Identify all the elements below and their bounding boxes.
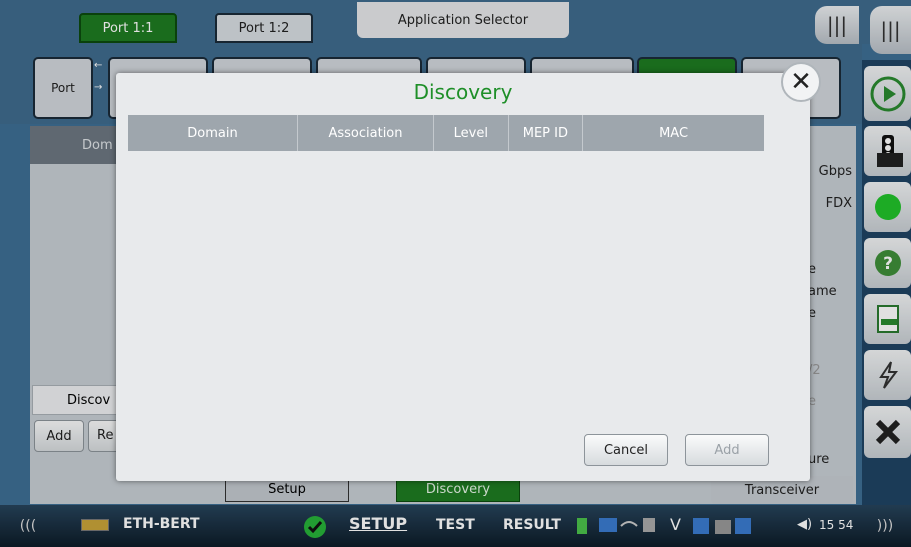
discovery-dialog: Discovery Domain Association Level MEP I… (116, 73, 810, 481)
close-icon: ✕ (790, 67, 812, 97)
cancel-button[interactable]: Cancel (584, 434, 668, 466)
column-header-mac[interactable]: MAC (583, 115, 764, 151)
dialog-title: Discovery (413, 80, 513, 104)
column-header-level[interactable]: Level (434, 115, 509, 151)
dialog-close-button[interactable]: ✕ (781, 62, 821, 102)
column-header-domain[interactable]: Domain (128, 115, 298, 151)
discovery-table: Domain Association Level MEP ID MAC (128, 115, 764, 395)
table-header: Domain Association Level MEP ID MAC (128, 115, 764, 151)
column-header-mep-id[interactable]: MEP ID (508, 115, 584, 151)
column-header-association[interactable]: Association (297, 115, 435, 151)
cancel-label: Cancel (603, 442, 649, 458)
add-button[interactable]: Add (685, 434, 769, 466)
add-label: Add (714, 442, 740, 458)
table-body (128, 151, 764, 391)
